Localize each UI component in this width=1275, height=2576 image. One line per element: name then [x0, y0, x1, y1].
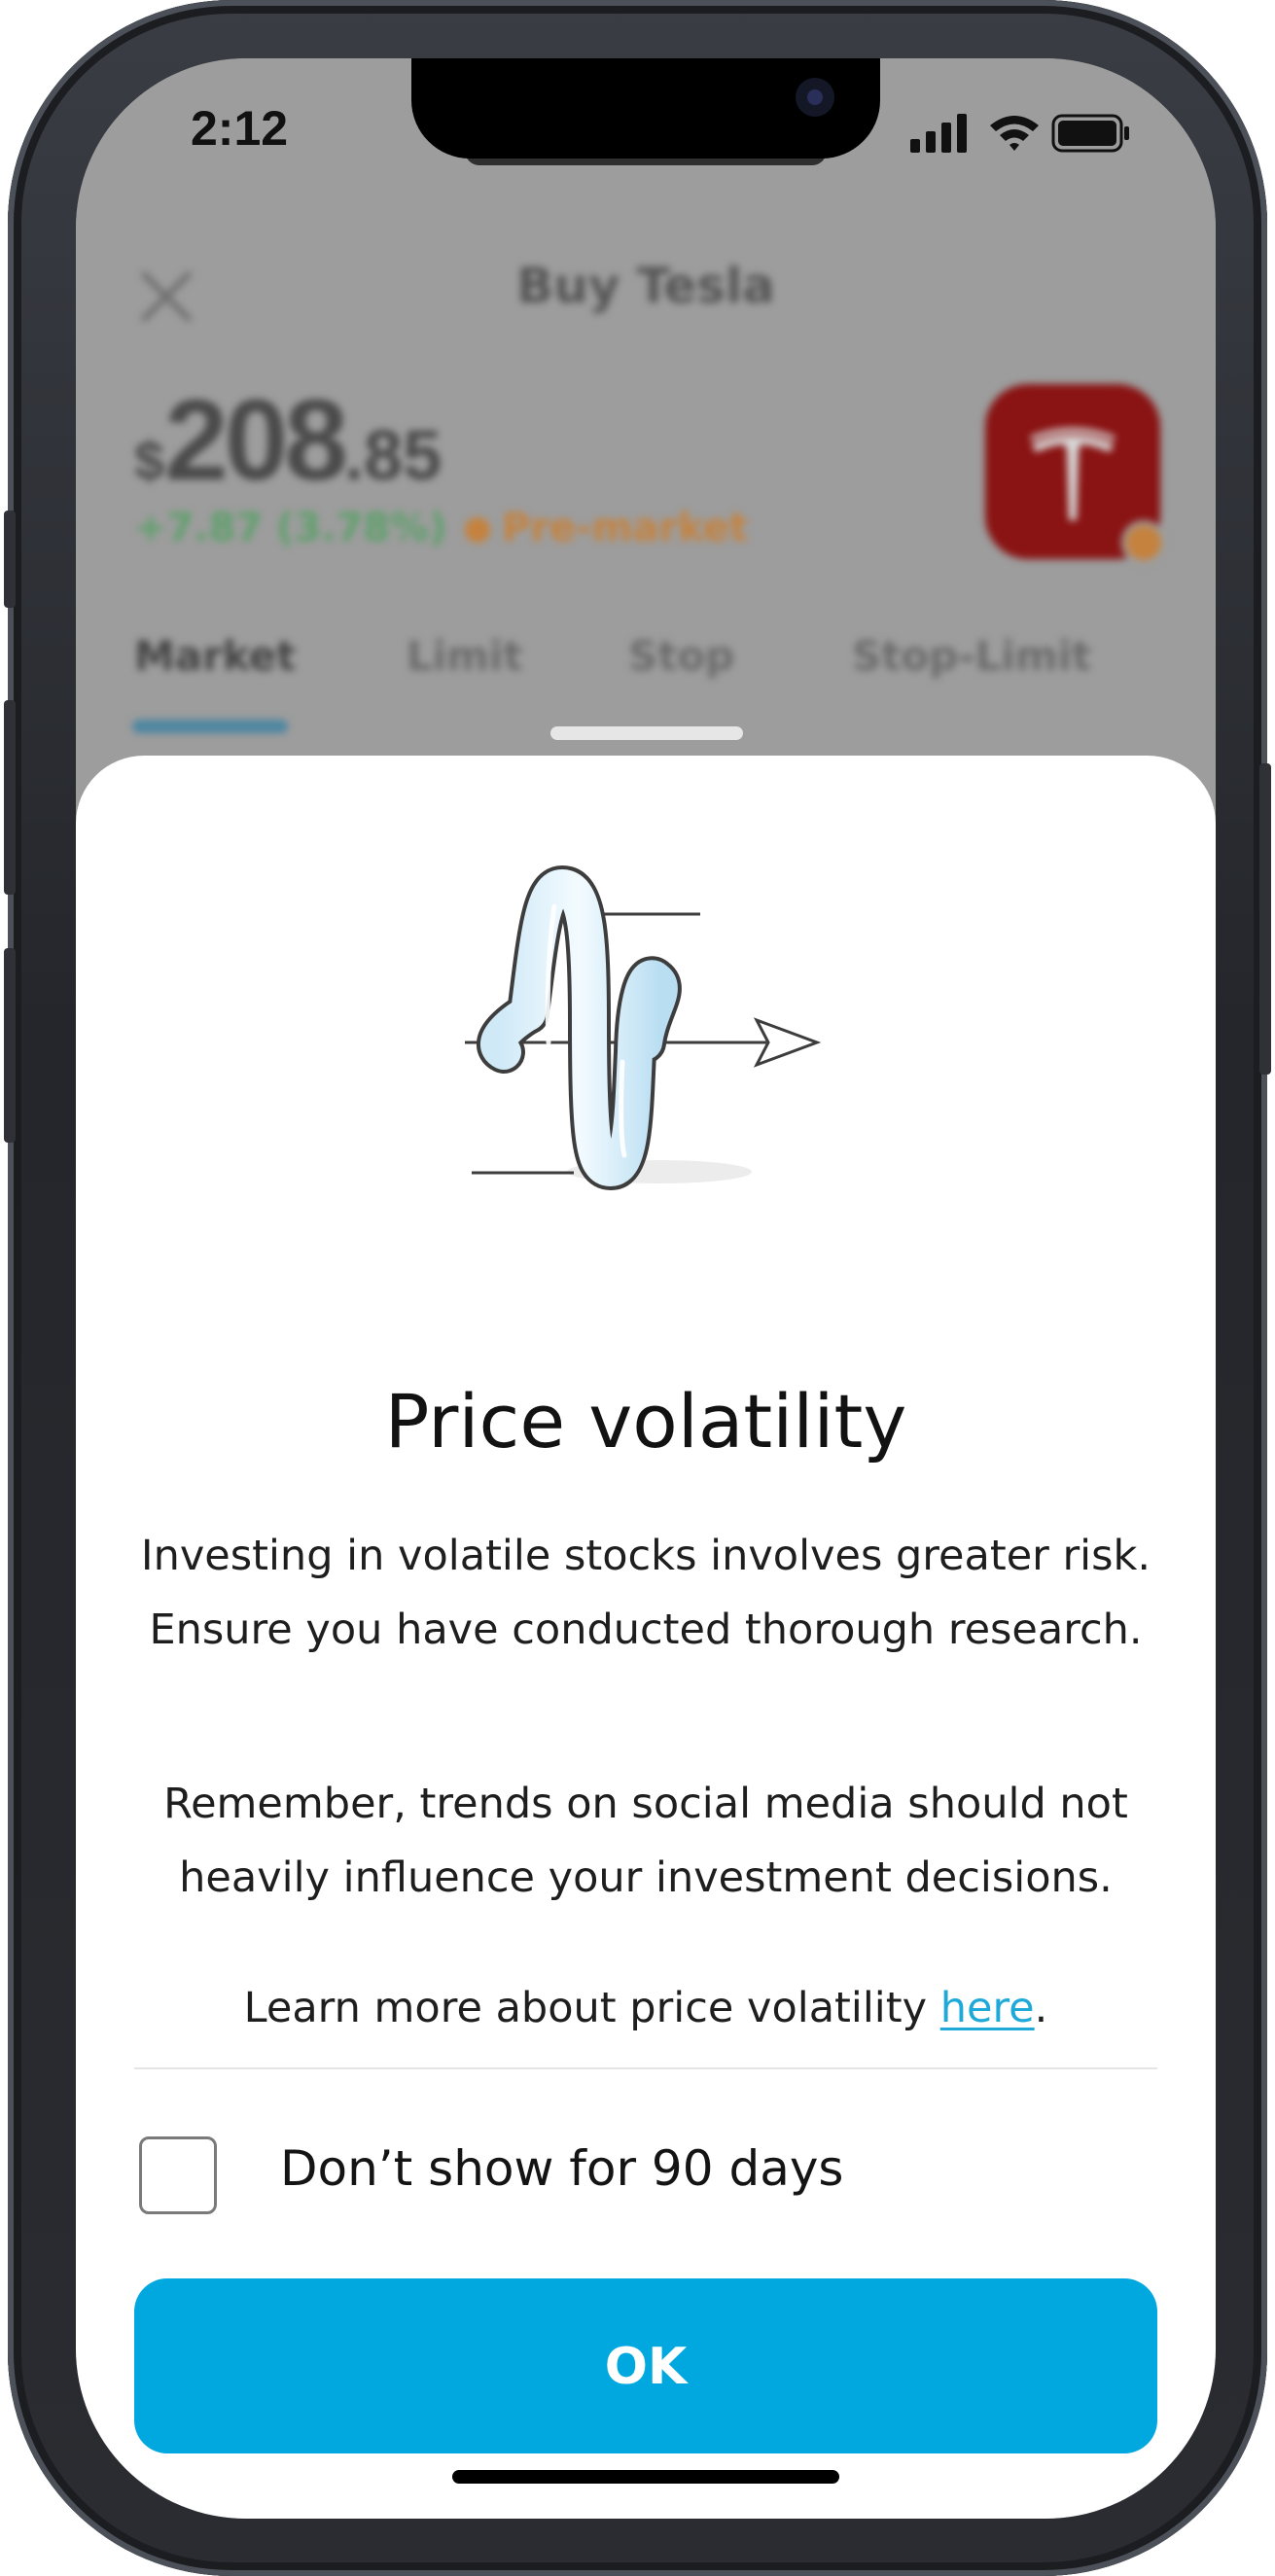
tab-stop: Stop	[628, 632, 735, 680]
ok-button[interactable]: OK	[134, 2278, 1157, 2453]
volatility-illustration	[441, 865, 822, 1190]
volume-down-button	[4, 948, 16, 1143]
price-whole: 208	[164, 376, 348, 505]
tab-limit: Limit	[407, 632, 523, 680]
stage: Buy Tesla $208.85 +7.87 (3.78%) Pre-mark…	[0, 0, 1275, 2576]
divider	[134, 2067, 1157, 2069]
battery-icon	[1051, 114, 1129, 153]
tab-stop-limit: Stop-Limit	[852, 632, 1092, 680]
status-time: 2:12	[191, 101, 289, 156]
price-decimal: .85	[344, 417, 443, 495]
silent-switch	[4, 511, 16, 608]
tab-market: Market	[134, 632, 297, 680]
learn-more-link[interactable]: here	[940, 1984, 1035, 2032]
background-buy-screen: Buy Tesla $208.85 +7.87 (3.78%) Pre-mark…	[76, 58, 1216, 817]
wifi-icon	[990, 116, 1039, 151]
buy-title: Buy Tesla	[516, 258, 775, 314]
learn-more-text: Learn more about price volatility	[243, 1984, 940, 2032]
home-indicator	[452, 2470, 839, 2484]
volume-up-button	[4, 700, 16, 895]
front-camera-icon	[796, 78, 834, 117]
screen: Buy Tesla $208.85 +7.87 (3.78%) Pre-mark…	[76, 58, 1216, 2519]
notch	[411, 58, 880, 159]
learn-more-line: Learn more about price volatility here.	[134, 1971, 1157, 2045]
sheet-title: Price volatility	[384, 1378, 907, 1464]
tesla-logo	[985, 384, 1166, 565]
pre-market-badge-icon	[1121, 520, 1166, 565]
price-currency: $	[134, 430, 165, 491]
order-type-tabs: Market Limit Stop Stop-Limit	[76, 632, 1216, 710]
power-button	[1259, 763, 1271, 1075]
status-icons	[910, 112, 1134, 156]
session-label: Pre-market	[502, 506, 748, 550]
risk-paragraph: Investing in volatile stocks involves gr…	[140, 1532, 1151, 1654]
pre-market-dot-icon	[465, 517, 490, 543]
volatility-warning-sheet: Price volatility Investing in volatile s…	[76, 756, 1216, 2519]
learn-more-period: .	[1034, 1984, 1048, 2032]
stock-price: $208.85	[134, 374, 442, 507]
sheet-drag-handle[interactable]	[550, 726, 743, 740]
cellular-signal-icon	[910, 114, 967, 153]
active-tab-indicator	[132, 720, 288, 733]
dont-show-checkbox[interactable]	[139, 2136, 217, 2214]
price-change: +7.87 (3.78%)	[134, 506, 447, 550]
dont-show-label[interactable]: Don’t show for 90 days	[280, 2140, 843, 2197]
status-icons-svg	[910, 114, 1129, 153]
phone-frame: Buy Tesla $208.85 +7.87 (3.78%) Pre-mark…	[4, 0, 1271, 2576]
session-status: Pre-market	[465, 506, 748, 550]
social-media-paragraph: Remember, trends on social media should …	[163, 1780, 1128, 1902]
price-volatility-wave-icon	[441, 848, 834, 1217]
